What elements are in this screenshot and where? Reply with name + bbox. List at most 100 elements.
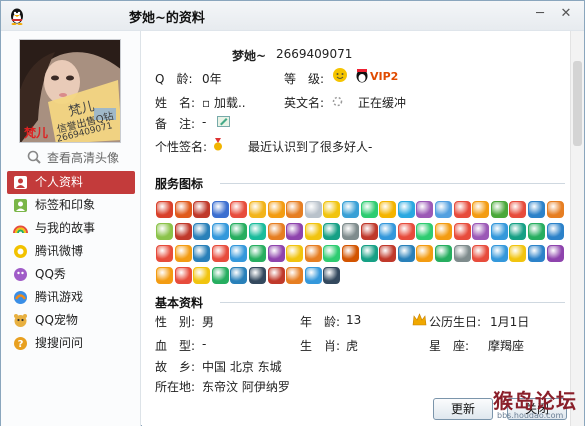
service-icon[interactable] — [286, 201, 304, 218]
person-icon — [13, 175, 28, 190]
service-icon[interactable] — [323, 223, 341, 240]
service-icon[interactable] — [304, 223, 322, 240]
service-icon[interactable] — [546, 223, 564, 240]
service-icon[interactable] — [249, 201, 266, 218]
service-icon[interactable] — [230, 267, 248, 284]
qqshow-icon — [13, 267, 28, 282]
profile-content[interactable]: 梦她~ 2669409071 Q 龄: 0年 等 级: VIP2 姓 名: ▫ … — [142, 31, 570, 426]
service-icon[interactable] — [193, 267, 211, 284]
service-icon[interactable] — [360, 223, 378, 240]
vertical-scrollbar[interactable] — [570, 31, 584, 426]
sidebar-item-weibo[interactable]: 腾讯微博 — [7, 240, 135, 263]
service-icon[interactable] — [379, 223, 397, 240]
service-icon[interactable] — [304, 245, 322, 262]
service-icon[interactable] — [230, 245, 248, 262]
service-icon[interactable] — [267, 201, 285, 218]
minimize-button[interactable]: ─ — [533, 7, 547, 21]
service-icon[interactable] — [342, 201, 359, 218]
service-icon[interactable] — [360, 245, 378, 262]
sidebar-item-games[interactable]: 腾讯游戏 — [7, 286, 135, 309]
service-icon[interactable] — [211, 223, 229, 240]
service-icon[interactable] — [342, 223, 359, 240]
service-icon[interactable] — [286, 223, 304, 240]
service-icon[interactable] — [211, 245, 229, 262]
service-icon[interactable] — [156, 223, 173, 240]
service-icon[interactable] — [528, 223, 545, 240]
service-icon[interactable] — [416, 245, 434, 262]
service-icon[interactable] — [379, 245, 397, 262]
service-icon[interactable] — [286, 245, 304, 262]
service-icon[interactable] — [453, 201, 471, 218]
service-icon[interactable] — [230, 201, 248, 218]
service-icon[interactable] — [249, 245, 266, 262]
service-icon[interactable] — [211, 267, 229, 284]
service-icon[interactable] — [267, 223, 285, 240]
service-icon[interactable] — [193, 245, 211, 262]
close-window-button[interactable]: ✕ — [559, 7, 573, 21]
service-icon[interactable] — [472, 223, 490, 240]
service-icon[interactable] — [490, 223, 508, 240]
service-icon[interactable] — [397, 245, 415, 262]
sidebar-item-pet[interactable]: QQ宠物 — [7, 309, 135, 332]
service-icon[interactable] — [156, 245, 173, 262]
sidebar-item-tags[interactable]: 标签和印象 — [7, 194, 135, 217]
service-icon[interactable] — [174, 201, 192, 218]
service-icon[interactable] — [509, 245, 527, 262]
service-icon[interactable] — [211, 201, 229, 218]
avatar[interactable]: 梵儿 信誉出售Q钻 2669409071 梵儿 — [19, 39, 121, 143]
service-icon[interactable] — [286, 267, 304, 284]
service-icon[interactable] — [323, 267, 341, 284]
service-icon[interactable] — [453, 245, 471, 262]
service-icon[interactable] — [490, 245, 508, 262]
service-icon[interactable] — [453, 223, 471, 240]
service-icon[interactable] — [397, 201, 415, 218]
service-icon[interactable] — [528, 245, 545, 262]
service-icon[interactable] — [546, 201, 564, 218]
service-icon[interactable] — [193, 201, 211, 218]
english-name-label: 英文名: — [284, 96, 325, 110]
signature-value: 最近认识到了很多好人- — [248, 140, 373, 154]
service-icon[interactable] — [528, 201, 545, 218]
service-icon[interactable] — [304, 201, 322, 218]
service-icon[interactable] — [323, 201, 341, 218]
title-bar[interactable]: 梦她~的资料 ─ ✕ — [1, 1, 584, 31]
service-icon[interactable] — [472, 245, 490, 262]
constellation-value: 摩羯座 — [488, 339, 525, 353]
service-icon[interactable] — [490, 201, 508, 218]
service-icon[interactable] — [546, 245, 564, 262]
service-icon[interactable] — [435, 223, 452, 240]
service-icon[interactable] — [174, 245, 192, 262]
service-icon[interactable] — [360, 201, 378, 218]
service-icon[interactable] — [342, 245, 359, 262]
sidebar-item-soso[interactable]: ? 搜搜问问 — [7, 332, 135, 355]
service-icon[interactable] — [509, 223, 527, 240]
service-icon[interactable] — [416, 201, 434, 218]
service-icon[interactable] — [193, 223, 211, 240]
service-icon[interactable] — [174, 267, 192, 284]
service-icon[interactable] — [249, 267, 266, 284]
sidebar-item-story[interactable]: 与我的故事 — [7, 217, 135, 240]
service-icon[interactable] — [323, 245, 341, 262]
service-icon[interactable] — [249, 223, 266, 240]
service-icon[interactable] — [397, 223, 415, 240]
hometown-label: 故 乡: — [155, 360, 196, 374]
service-icon[interactable] — [435, 201, 452, 218]
service-icon[interactable] — [174, 223, 192, 240]
service-icon[interactable] — [472, 201, 490, 218]
service-icon[interactable] — [435, 245, 452, 262]
edit-note-icon[interactable] — [217, 116, 230, 127]
service-icon[interactable] — [156, 267, 173, 284]
sidebar-item-qqshow[interactable]: QQ秀 — [7, 263, 135, 286]
scrollbar-thumb[interactable] — [573, 61, 582, 146]
service-icon[interactable] — [267, 245, 285, 262]
service-icon[interactable] — [304, 267, 322, 284]
service-icon[interactable] — [509, 201, 527, 218]
service-icon[interactable] — [379, 201, 397, 218]
service-icon[interactable] — [230, 223, 248, 240]
english-name-value: 正在缓冲 — [358, 96, 407, 110]
service-icon[interactable] — [267, 267, 285, 284]
service-icon[interactable] — [156, 201, 173, 218]
avatar-corner-text: 梵儿 — [24, 126, 49, 140]
sidebar-item-profile[interactable]: 个人资料 — [7, 171, 135, 194]
service-icon[interactable] — [416, 223, 434, 240]
